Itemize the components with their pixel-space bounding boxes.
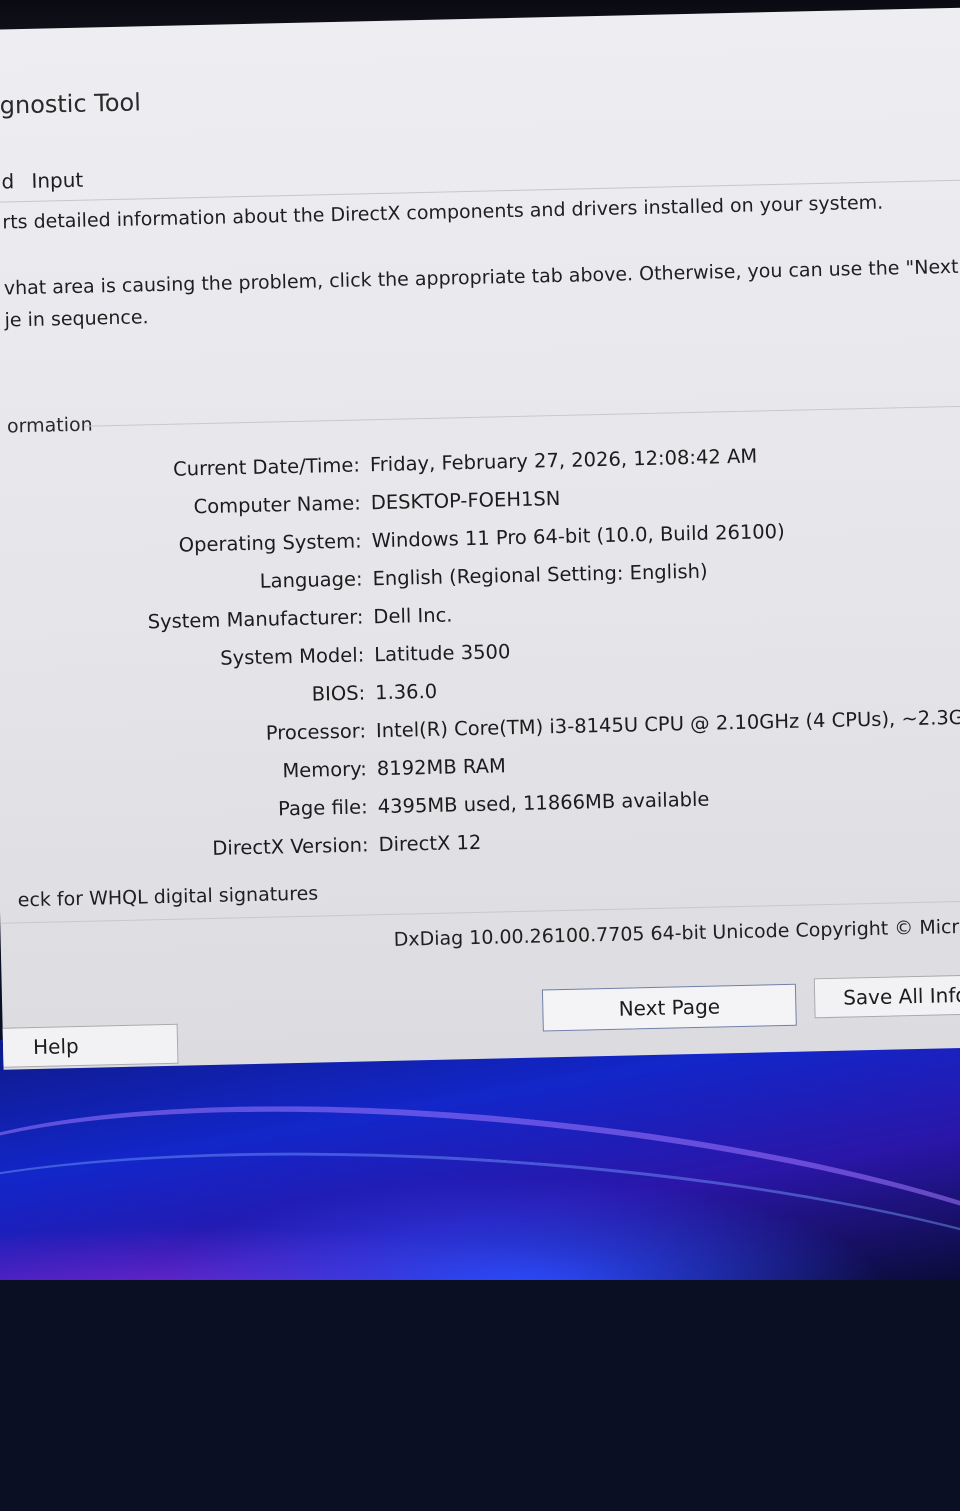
whql-checkbox-label[interactable]: eck for WHQL digital signatures <box>18 883 319 912</box>
info-label: Operating System: <box>178 529 362 557</box>
info-label: Current Date/Time: <box>172 453 361 481</box>
info-value: Intel(R) Core(TM) i3-8145U CPU @ 2.10GHz… <box>375 705 960 743</box>
info-value: Latitude 3500 <box>374 640 511 667</box>
info-value: DESKTOP-FOEH1SN <box>370 486 561 515</box>
intro-text-line-2: vhat area is causing the problem, click … <box>3 254 960 300</box>
info-label: System Manufacturer: <box>147 605 364 634</box>
section-divider <box>84 405 960 427</box>
window-title: gnostic Tool <box>0 88 142 120</box>
info-label: System Model: <box>220 643 365 670</box>
next-page-button[interactable]: Next Page <box>541 983 797 1032</box>
info-value: 8192MB RAM <box>376 754 507 781</box>
intro-text-line-3: je in sequence. <box>4 306 149 332</box>
info-label: Page file: <box>277 795 368 821</box>
info-label: Memory: <box>282 757 368 783</box>
info-label: Language: <box>259 567 363 593</box>
help-button[interactable]: Help <box>2 1023 179 1068</box>
info-value: DirectX 12 <box>378 830 482 857</box>
save-all-information-button[interactable]: Save All Inform <box>813 973 960 1019</box>
info-value: Windows 11 Pro 64-bit (10.0, Build 26100… <box>371 519 785 553</box>
version-copyright-text: DxDiag 10.00.26100.7705 64-bit Unicode C… <box>393 914 960 951</box>
info-value: English (Regional Setting: English) <box>372 559 708 591</box>
info-value: 4395MB used, 11866MB available <box>377 787 710 819</box>
info-label: Processor: <box>265 719 367 745</box>
info-label: DirectX Version: <box>212 833 369 860</box>
dxdiag-window: gnostic Tool d Input rts detailed inform… <box>0 7 960 1070</box>
tab-input[interactable]: Input <box>31 168 83 193</box>
info-value: Friday, February 27, 2026, 12:08:42 AM <box>369 444 758 477</box>
info-value: 1.36.0 <box>374 679 438 705</box>
info-label: BIOS: <box>311 681 366 706</box>
info-label: Computer Name: <box>193 491 362 519</box>
info-value: Dell Inc. <box>373 603 453 629</box>
section-title: ormation <box>6 413 93 438</box>
tab-partial[interactable]: d <box>1 169 14 193</box>
